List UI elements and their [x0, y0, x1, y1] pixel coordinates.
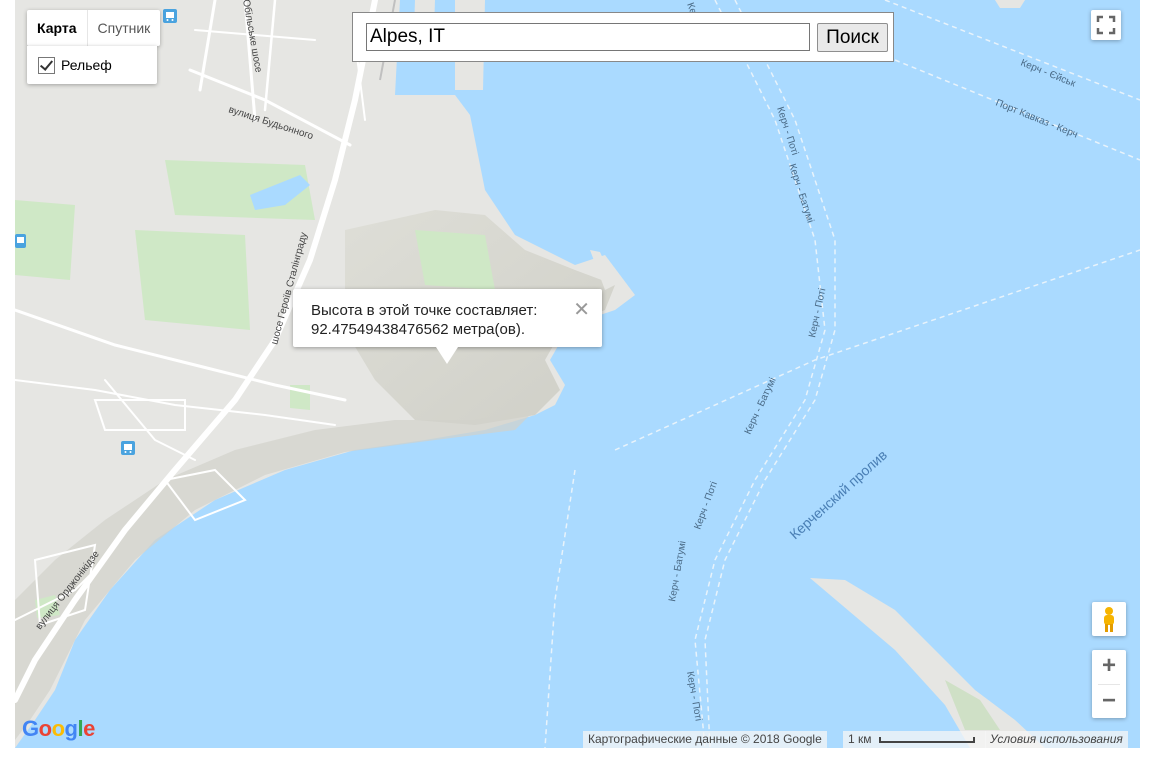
search-input[interactable]	[366, 23, 810, 51]
map-data-attribution[interactable]: Картографические данные © 2018 Google	[583, 731, 827, 748]
map-type-map-button[interactable]: Карта	[27, 10, 87, 46]
search-button[interactable]: Поиск	[817, 23, 888, 52]
logo-letter: o	[38, 716, 52, 741]
ferry-label: Порт Кавказ - Керч	[994, 98, 1079, 141]
terms-link[interactable]: Условия использования	[985, 731, 1128, 748]
fullscreen-button[interactable]	[1091, 10, 1121, 40]
plus-icon: +	[1101, 652, 1116, 679]
street-label: вулиця Будьонного	[227, 104, 315, 142]
logo-letter: o	[51, 716, 65, 741]
map-type-control: Карта Спутник	[27, 10, 161, 46]
bus-stop-icon[interactable]	[15, 234, 26, 248]
ferry-label: Керч - Батумі	[786, 163, 815, 225]
ferry-label: Керч - Поті	[807, 287, 828, 338]
map-type-satellite-button[interactable]: Спутник	[86, 10, 161, 46]
terrain-toggle[interactable]: Рельеф	[27, 46, 157, 84]
map-labels-layer: вулиця Будьонного шосе Героїв Сталінград…	[34, 0, 1080, 722]
ferry-label: Керч - Поті	[774, 106, 800, 157]
fullscreen-icon	[1096, 15, 1116, 35]
terrain-label: Рельеф	[61, 57, 112, 73]
ferry-label: Керч - Поті	[684, 671, 704, 722]
google-logo[interactable]: Google	[22, 716, 95, 742]
scale-line	[879, 737, 975, 743]
info-window-tail	[436, 347, 458, 364]
street-view-pegman[interactable]	[1092, 602, 1126, 636]
zoom-control: + −	[1092, 650, 1126, 718]
minus-icon: −	[1101, 687, 1116, 714]
bus-stop-icon[interactable]	[163, 9, 177, 23]
ferry-label: Керч - Єйськ	[1019, 58, 1078, 90]
pegman-icon	[1104, 607, 1114, 632]
zoom-in-button[interactable]: +	[1092, 650, 1126, 684]
street-label: вулиця Орджонікідзе	[34, 549, 102, 632]
bus-stop-icon[interactable]	[121, 441, 135, 455]
elevation-text: Высота в этой точке составляет: 92.47549…	[311, 301, 537, 339]
ferry-label: Керч - Поті	[692, 480, 719, 531]
scale-bar[interactable]: 1 км	[843, 731, 986, 748]
elevation-line-2: 92.47549438476562 метра(ов).	[311, 321, 525, 338]
terrain-checkbox[interactable]	[38, 56, 55, 74]
logo-letter: e	[83, 716, 95, 741]
zoom-out-button[interactable]: −	[1092, 685, 1126, 719]
map-canvas[interactable]: вулиця Будьонного шосе Героїв Сталінград…	[15, 0, 1140, 748]
close-icon[interactable]: ✕	[573, 297, 590, 322]
strait-label: Керченский пролив	[786, 447, 890, 543]
search-panel: Поиск	[352, 12, 894, 62]
ferry-label: Керч - Батумі	[743, 376, 779, 436]
ferry-label: Керч - Батумі	[667, 540, 688, 602]
logo-letter: g	[64, 716, 78, 741]
scale-label: 1 км	[848, 732, 872, 746]
logo-letter: G	[22, 716, 39, 741]
elevation-line-1: Высота в этой точке составляет:	[311, 302, 538, 319]
street-label: Обільське шосе	[240, 0, 265, 74]
elevation-info-window: Высота в этой точке составляет: 92.47549…	[293, 289, 602, 364]
